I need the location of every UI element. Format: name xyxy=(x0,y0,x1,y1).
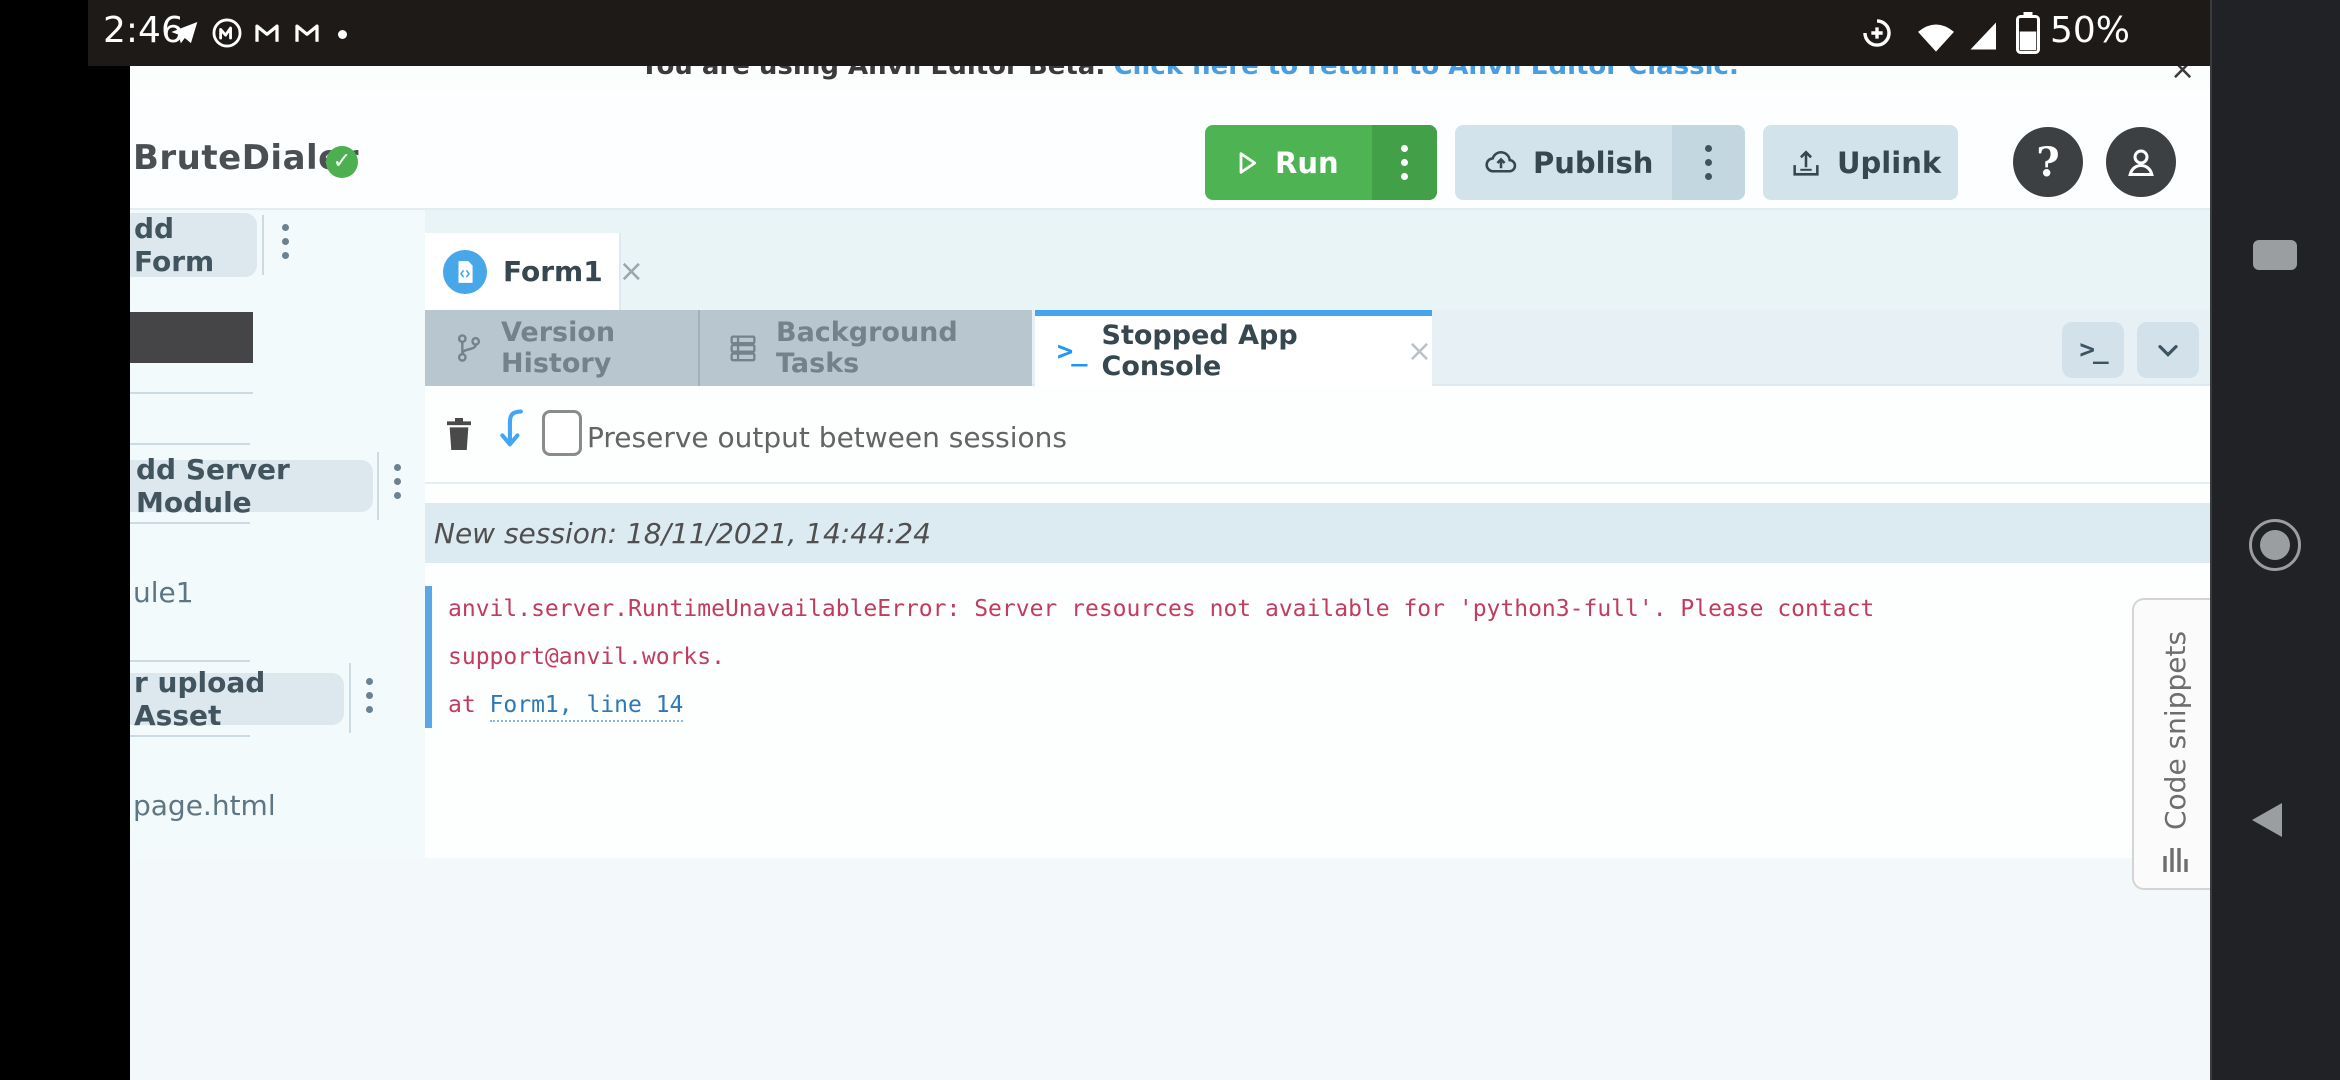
wifi-icon xyxy=(1914,20,1958,54)
scroll-to-bottom-icon[interactable] xyxy=(499,408,529,456)
divider xyxy=(377,452,379,520)
battery-percent: 50% xyxy=(2050,10,2130,51)
android-status-bar: 2:46 50% xyxy=(0,0,2210,66)
camera-notch xyxy=(0,66,130,1080)
session-banner: New session: 18/11/2021, 14:44:24 xyxy=(425,503,2210,563)
terminal-icon: >_ xyxy=(2079,335,2106,365)
server-module-item[interactable]: ule1 xyxy=(133,576,194,609)
tab-background-tasks-label: Background Tasks xyxy=(776,317,1032,379)
preserve-output-label: Preserve output between sessions xyxy=(587,421,1067,454)
banner-return-link[interactable]: Click here to return to Anvil Editor Cla… xyxy=(1113,66,1738,81)
uplink-button[interactable]: Uplink xyxy=(1763,125,1958,200)
divider xyxy=(130,392,253,394)
tab-stopped-app-console[interactable]: >_ Stopped App Console × xyxy=(1035,310,1432,386)
publish-cloud-icon xyxy=(1483,145,1519,181)
session-timestamp: New session: 18/11/2021, 14:44:24 xyxy=(425,517,931,550)
user-icon xyxy=(2121,142,2161,182)
run-label: Run xyxy=(1275,146,1339,180)
cell-signal-icon xyxy=(1966,18,2002,54)
divider xyxy=(349,663,351,733)
run-options-button[interactable] xyxy=(1372,125,1437,200)
user-account-button[interactable] xyxy=(2106,127,2176,197)
run-button[interactable]: Run xyxy=(1205,125,1437,200)
home-button-inner xyxy=(2260,530,2290,560)
publish-button[interactable]: Publish xyxy=(1455,125,1745,200)
screen: 2:46 50% You are using Anvil E xyxy=(0,0,2340,1080)
code-snippets-tab[interactable]: Code snippets xyxy=(2132,598,2210,890)
uplink-icon xyxy=(1789,146,1823,180)
error-marker-bar xyxy=(425,586,432,728)
kebab-icon xyxy=(1401,145,1408,180)
preserve-output-checkbox[interactable] xyxy=(542,410,582,456)
tab-close-icon[interactable]: × xyxy=(619,254,644,289)
play-icon xyxy=(1231,148,1261,178)
banner-close-icon[interactable]: × xyxy=(2170,66,2195,87)
divider xyxy=(262,215,264,275)
help-button[interactable]: ? xyxy=(2013,127,2083,197)
banner-message: You are using Anvil Editor Beta. xyxy=(640,66,1105,81)
tab-form1[interactable]: Form1 × xyxy=(425,233,621,310)
divider xyxy=(130,443,250,445)
uplink-label: Uplink xyxy=(1837,146,1941,180)
forms-kebab-menu[interactable] xyxy=(282,224,289,259)
form-file-icon xyxy=(443,250,487,294)
question-icon: ? xyxy=(2036,139,2059,186)
chevron-down-icon xyxy=(2152,334,2184,366)
page-html-item[interactable]: page.html xyxy=(133,789,276,822)
publish-label: Publish xyxy=(1533,146,1653,180)
back-button[interactable] xyxy=(2252,803,2282,837)
divider xyxy=(130,735,250,737)
console-tab-close-icon[interactable]: × xyxy=(1407,334,1432,369)
telegram-notification-icon xyxy=(168,18,200,50)
tab-version-history[interactable]: Version History xyxy=(425,310,700,386)
tab-background-tasks[interactable]: Background Tasks xyxy=(702,310,1032,386)
gmail-notification-icon xyxy=(292,18,322,48)
git-branch-icon xyxy=(453,332,485,364)
data-saver-icon xyxy=(1860,16,1894,50)
notification-dot-icon xyxy=(338,30,347,39)
assets-kebab-menu[interactable] xyxy=(366,678,373,713)
tab-stopped-app-console-label: Stopped App Console xyxy=(1102,320,1391,382)
recents-button[interactable] xyxy=(2253,240,2297,270)
error-location-link[interactable]: Form1, line 14 xyxy=(490,692,684,722)
collapse-console-button[interactable] xyxy=(2137,322,2199,378)
error-text-line3: at Form1, line 14 xyxy=(448,692,683,718)
add-upload-asset-button[interactable]: r upload Asset xyxy=(130,673,344,725)
server-modules-kebab-menu[interactable] xyxy=(394,464,401,499)
stacked-tasks-icon xyxy=(726,331,760,365)
form1-selected-item[interactable] xyxy=(130,312,253,363)
publish-options-button[interactable] xyxy=(1672,125,1745,200)
tab-version-history-label: Version History xyxy=(501,317,698,379)
upload-asset-label: r upload Asset xyxy=(134,666,344,732)
beta-banner: You are using Anvil Editor Beta. Click h… xyxy=(130,66,2210,90)
coinmarketcap-notification-icon xyxy=(210,16,244,50)
terminal-icon: >_ xyxy=(1057,336,1086,367)
divider xyxy=(130,522,250,524)
battery-icon xyxy=(2016,12,2040,54)
add-server-module-label: dd Server Module xyxy=(136,453,373,519)
app-title: BruteDialer xyxy=(133,138,359,178)
code-snippets-label: Code snippets xyxy=(2159,631,2192,830)
app-console-panel: Preserve output between sessions New ses… xyxy=(425,386,2210,858)
kebab-icon xyxy=(1705,145,1712,180)
error-text-line2: support@anvil.works. xyxy=(448,644,725,670)
console-toolbar: Preserve output between sessions xyxy=(425,386,2210,484)
add-server-module-button[interactable]: dd Server Module xyxy=(130,460,373,512)
bottom-background xyxy=(130,858,2210,1080)
error-at-label: at xyxy=(448,692,490,718)
error-text-line1: anvil.server.RuntimeUnavailableError: Se… xyxy=(448,596,1874,622)
tab-form1-label: Form1 xyxy=(503,255,603,288)
camera-notch xyxy=(0,0,88,66)
app-browser-sidebar xyxy=(130,210,427,858)
gmail-notification-icon xyxy=(252,18,282,48)
open-terminal-button[interactable]: >_ xyxy=(2062,322,2124,378)
snippet-lines-icon xyxy=(2160,844,2190,874)
divider xyxy=(130,660,250,662)
console-tab-strip: Version History Background Tasks >_ Stop… xyxy=(425,310,2210,386)
file-tab-row xyxy=(425,210,2210,310)
saved-check-icon: ✓ xyxy=(326,146,358,178)
clear-console-button[interactable] xyxy=(443,414,475,454)
add-form-button[interactable]: dd Form xyxy=(130,213,257,277)
add-form-label: dd Form xyxy=(134,212,257,278)
